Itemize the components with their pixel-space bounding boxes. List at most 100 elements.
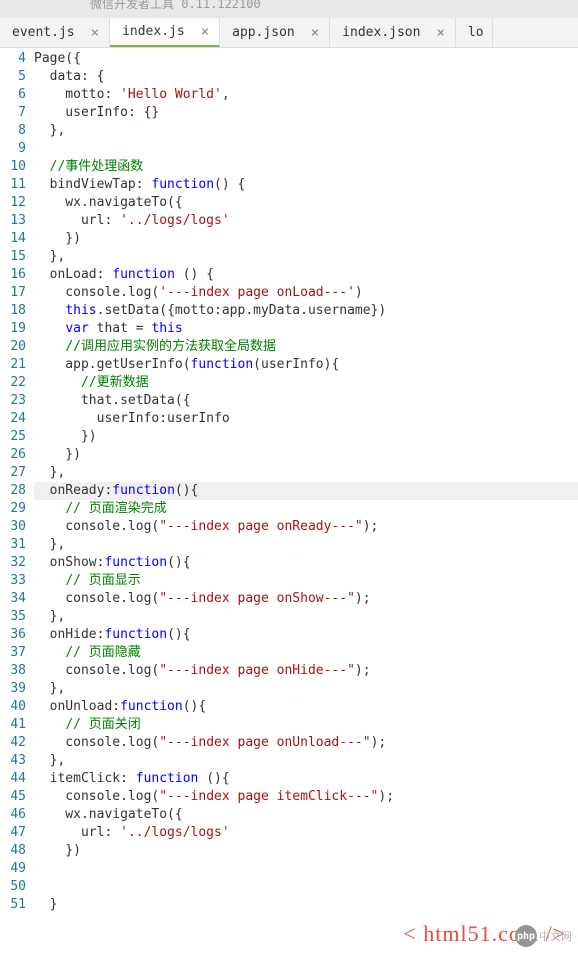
line-number: 42 xyxy=(0,734,26,752)
code-line[interactable]: userInfo: {} xyxy=(34,104,578,122)
code-line[interactable]: }, xyxy=(34,464,578,482)
code-line[interactable]: }, xyxy=(34,608,578,626)
code-line[interactable]: // 页面渲染完成 xyxy=(34,500,578,518)
code-line[interactable]: console.log("---index page onShow---"); xyxy=(34,590,578,608)
tab-label: event.js xyxy=(12,25,75,40)
line-number: 45 xyxy=(0,788,26,806)
code-line[interactable]: wx.navigateTo({ xyxy=(34,806,578,824)
line-number: 8 xyxy=(0,122,26,140)
code-line[interactable]: }, xyxy=(34,536,578,554)
tab-label: app.json xyxy=(232,25,295,40)
code-area[interactable]: Page({ data: { motto: 'Hello World', use… xyxy=(34,48,578,914)
close-icon[interactable]: × xyxy=(434,25,446,41)
code-line[interactable]: }, xyxy=(34,752,578,770)
line-number: 39 xyxy=(0,680,26,698)
code-line[interactable]: //更新数据 xyxy=(34,374,578,392)
line-number: 32 xyxy=(0,554,26,572)
php-logo: php 中文网 xyxy=(515,925,572,947)
line-number: 12 xyxy=(0,194,26,212)
code-line[interactable]: onUnload:function(){ xyxy=(34,698,578,716)
tab-app-json[interactable]: app.json × xyxy=(220,18,330,47)
code-line[interactable]: }, xyxy=(34,122,578,140)
line-number: 33 xyxy=(0,572,26,590)
code-line[interactable]: }, xyxy=(34,248,578,266)
code-line[interactable]: // 页面关闭 xyxy=(34,716,578,734)
line-number: 43 xyxy=(0,752,26,770)
line-number: 35 xyxy=(0,608,26,626)
line-number: 16 xyxy=(0,266,26,284)
code-line[interactable]: }) xyxy=(34,842,578,860)
code-line[interactable] xyxy=(34,878,578,896)
tab-index-js[interactable]: index.js × xyxy=(110,18,220,47)
code-line[interactable]: } xyxy=(34,896,578,914)
line-number: 28 xyxy=(0,482,26,500)
line-number: 18 xyxy=(0,302,26,320)
line-number: 50 xyxy=(0,878,26,896)
code-line[interactable]: console.log("---index page onHide---"); xyxy=(34,662,578,680)
code-line[interactable]: data: { xyxy=(34,68,578,86)
close-icon[interactable]: × xyxy=(199,24,211,40)
line-number: 13 xyxy=(0,212,26,230)
line-number: 41 xyxy=(0,716,26,734)
code-line[interactable]: }) xyxy=(34,230,578,248)
code-line[interactable]: }) xyxy=(34,446,578,464)
close-icon[interactable]: × xyxy=(89,25,101,41)
code-line[interactable]: console.log("---index page onUnload---")… xyxy=(34,734,578,752)
code-line[interactable]: bindViewTap: function() { xyxy=(34,176,578,194)
code-line[interactable]: onHide:function(){ xyxy=(34,626,578,644)
code-line[interactable]: Page({ xyxy=(34,50,578,68)
line-number: 10 xyxy=(0,158,26,176)
line-number: 22 xyxy=(0,374,26,392)
line-number: 19 xyxy=(0,320,26,338)
line-number: 4 xyxy=(0,50,26,68)
line-number: 46 xyxy=(0,806,26,824)
line-number: 5 xyxy=(0,68,26,86)
line-number: 9 xyxy=(0,140,26,158)
line-number: 48 xyxy=(0,842,26,860)
tab-bar: event.js × index.js × app.json × index.json × lo xyxy=(0,18,578,48)
code-line[interactable]: onLoad: function () { xyxy=(34,266,578,284)
code-line[interactable] xyxy=(34,860,578,878)
line-number: 49 xyxy=(0,860,26,878)
code-line[interactable]: //事件处理函数 xyxy=(34,158,578,176)
code-line[interactable]: app.getUserInfo(function(userInfo){ xyxy=(34,356,578,374)
code-line[interactable]: console.log("---index page itemClick---"… xyxy=(34,788,578,806)
line-number: 21 xyxy=(0,356,26,374)
code-line[interactable]: wx.navigateTo({ xyxy=(34,194,578,212)
tab-label: index.json xyxy=(342,25,420,40)
line-number: 20 xyxy=(0,338,26,356)
code-line[interactable]: }, xyxy=(34,680,578,698)
code-line[interactable]: }) xyxy=(34,428,578,446)
code-line[interactable]: userInfo:userInfo xyxy=(34,410,578,428)
code-line[interactable]: that.setData({ xyxy=(34,392,578,410)
tab-index-json[interactable]: index.json × xyxy=(330,18,456,47)
code-line[interactable]: // 页面显示 xyxy=(34,572,578,590)
code-line[interactable]: url: '../logs/logs' xyxy=(34,824,578,842)
line-number: 25 xyxy=(0,428,26,446)
line-number: 11 xyxy=(0,176,26,194)
code-line[interactable]: this.setData({motto:app.myData.username}… xyxy=(34,302,578,320)
line-number: 31 xyxy=(0,536,26,554)
line-number: 7 xyxy=(0,104,26,122)
line-number: 6 xyxy=(0,86,26,104)
code-line[interactable]: // 页面隐藏 xyxy=(34,644,578,662)
code-line[interactable]: url: '../logs/logs' xyxy=(34,212,578,230)
code-line[interactable]: //调用应用实例的方法获取全局数据 xyxy=(34,338,578,356)
line-number: 24 xyxy=(0,410,26,428)
code-line[interactable]: console.log('---index page onLoad---') xyxy=(34,284,578,302)
php-logo-text: 中文网 xyxy=(539,928,572,944)
tab-label: index.js xyxy=(122,24,185,39)
close-icon[interactable]: × xyxy=(309,25,321,41)
tab-event-js[interactable]: event.js × xyxy=(0,18,110,47)
line-number: 40 xyxy=(0,698,26,716)
tab-lo[interactable]: lo xyxy=(456,18,493,47)
code-line[interactable]: var that = this xyxy=(34,320,578,338)
code-line[interactable]: motto: 'Hello World', xyxy=(34,86,578,104)
line-number: 34 xyxy=(0,590,26,608)
code-line[interactable]: onReady:function(){ xyxy=(34,482,578,500)
code-line[interactable]: onShow:function(){ xyxy=(34,554,578,572)
code-line[interactable] xyxy=(34,140,578,158)
window-titlebar: 微信开发者工具 0.11.122100 xyxy=(0,0,578,18)
code-line[interactable]: itemClick: function (){ xyxy=(34,770,578,788)
code-line[interactable]: console.log("---index page onReady---"); xyxy=(34,518,578,536)
